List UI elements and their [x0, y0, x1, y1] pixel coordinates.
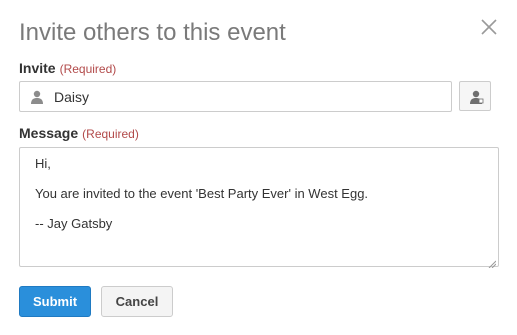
invite-label-text: Invite — [19, 60, 56, 76]
invite-recipient: Daisy — [54, 89, 90, 105]
invite-input[interactable]: Daisy — [19, 81, 452, 112]
submit-button[interactable]: Submit — [19, 286, 91, 317]
close-icon[interactable] — [478, 16, 500, 38]
dialog-title: Invite others to this event — [19, 19, 286, 46]
resize-grip-icon[interactable] — [488, 256, 497, 269]
contacts-icon — [470, 90, 484, 104]
message-label: Message (Required) — [19, 125, 139, 141]
invite-label: Invite (Required) — [19, 60, 116, 76]
contacts-button[interactable] — [459, 81, 491, 111]
message-line-body: You are invited to the event 'Best Party… — [35, 186, 369, 201]
invite-required-text: (Required) — [59, 62, 117, 76]
message-required-text: (Required) — [82, 127, 139, 141]
cancel-button[interactable]: Cancel — [101, 286, 173, 317]
person-icon — [30, 90, 44, 104]
message-line-signature: -- Jay Gatsby — [35, 216, 113, 231]
message-label-text: Message — [19, 125, 79, 141]
message-line-greeting: Hi, — [35, 156, 51, 171]
invite-dialog: Invite others to this event Invite (Requi… — [0, 0, 517, 335]
message-textarea[interactable]: Hi, You are invited to the event 'Best P… — [19, 147, 499, 269]
